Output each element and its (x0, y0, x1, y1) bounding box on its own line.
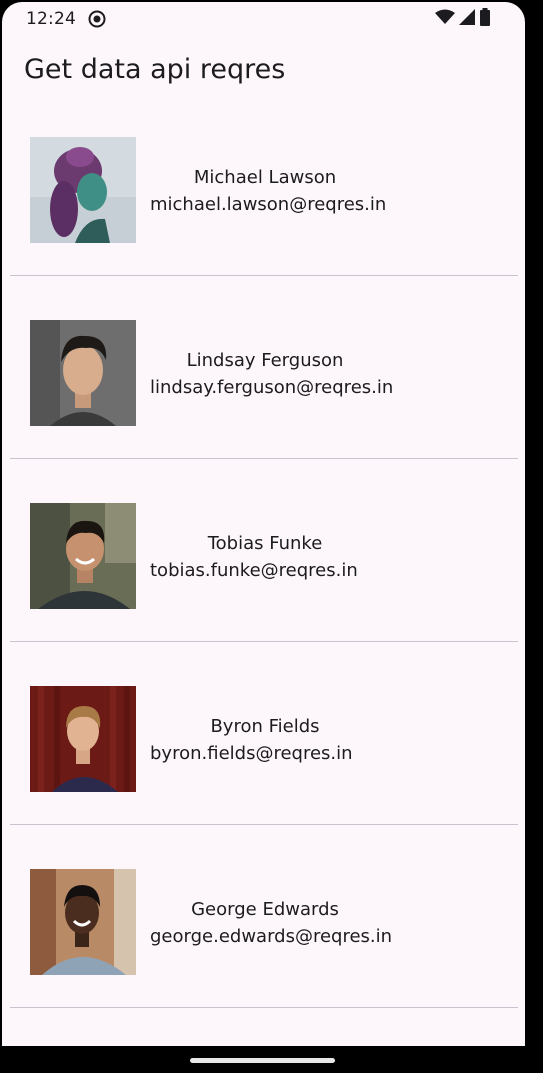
app-notification-icon (88, 10, 106, 28)
user-name: Byron Fields (210, 716, 320, 737)
divider (10, 275, 518, 276)
user-list-item[interactable]: Tobias Funke tobias.funke@reqres.in (2, 476, 525, 659)
user-email: lindsay.ferguson@reqres.in (150, 377, 394, 398)
cellular-signal-icon (459, 9, 475, 29)
status-time: 12:24 (26, 9, 76, 29)
divider (10, 1007, 518, 1008)
user-name: Lindsay Ferguson (186, 350, 344, 371)
user-email: george.edwards@reqres.in (150, 926, 393, 947)
user-avatar (30, 503, 136, 609)
divider (10, 458, 518, 459)
divider (10, 641, 518, 642)
user-email: byron.fields@reqres.in (150, 743, 353, 764)
status-bar: 12:24 (2, 2, 525, 36)
wifi-icon (435, 9, 455, 29)
user-avatar (30, 869, 136, 975)
user-avatar (30, 320, 136, 426)
user-list-item[interactable]: Michael Lawson michael.lawson@reqres.in (2, 110, 525, 293)
page-title: Get data api reqres (24, 54, 286, 85)
user-list-item[interactable]: George Edwards george.edwards@reqres.in (2, 842, 525, 1025)
status-icons (435, 8, 491, 30)
user-list-item[interactable]: Lindsay Ferguson lindsay.ferguson@reqres… (2, 293, 525, 476)
user-avatar (30, 137, 136, 243)
user-name: Tobias Funke (207, 533, 323, 554)
user-name: Michael Lawson (193, 167, 337, 188)
battery-icon (479, 8, 491, 30)
divider (10, 824, 518, 825)
user-avatar (30, 686, 136, 792)
user-email: tobias.funke@reqres.in (150, 560, 358, 581)
user-name: George Edwards (191, 899, 339, 920)
app-screen: 12:24 Get data api reqres Michael Lawson… (2, 2, 525, 1046)
user-email: michael.lawson@reqres.in (150, 194, 387, 215)
gesture-navigation-handle[interactable] (190, 1058, 335, 1063)
user-list: Michael Lawson michael.lawson@reqres.in … (2, 110, 525, 1025)
user-list-item[interactable]: Byron Fields byron.fields@reqres.in (2, 659, 525, 842)
